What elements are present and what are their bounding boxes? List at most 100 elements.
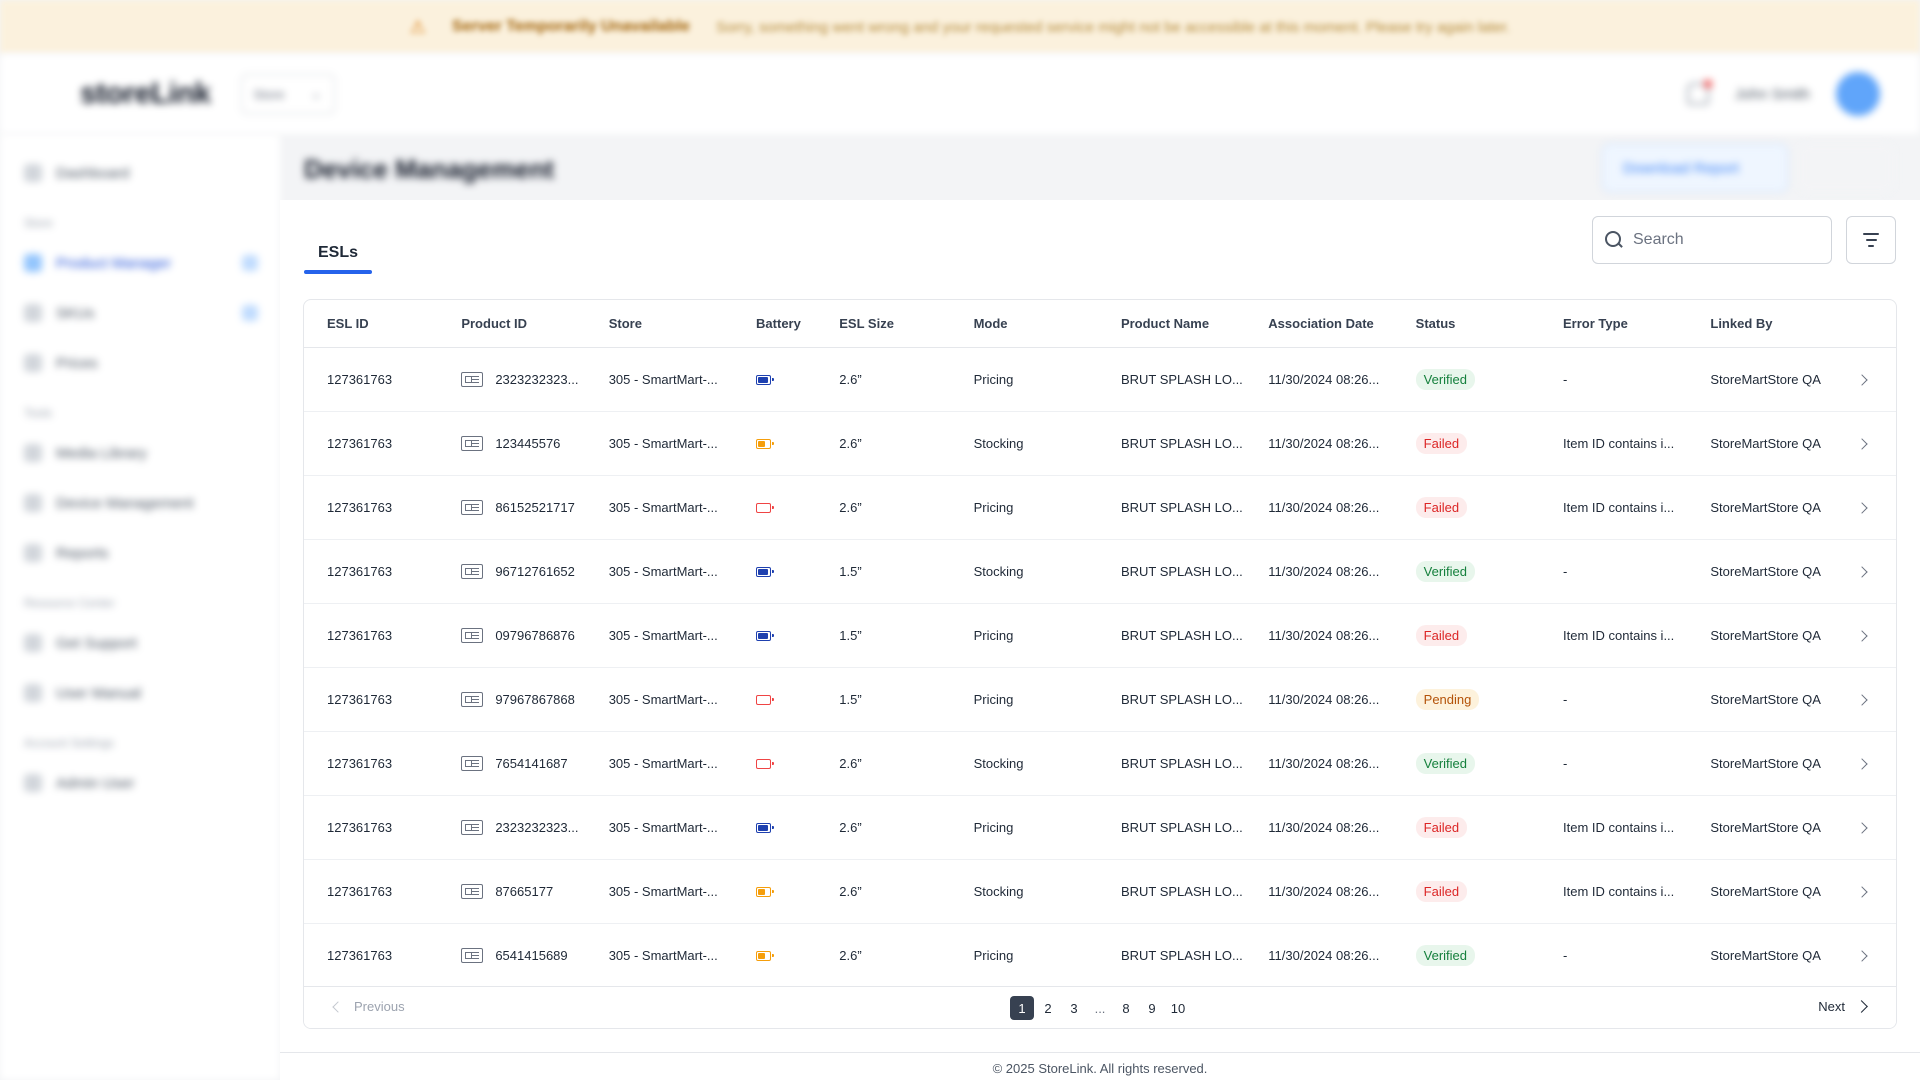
table-row[interactable]: 127361763 87665177 305 - SmartMart-... 2.6”… <box>304 859 1896 924</box>
table-row[interactable]: 127361763 2323232323... 305 - SmartMart-..… <box>304 795 1896 860</box>
battery-icon <box>756 567 775 578</box>
banner-title: Server Temporarily Unavailable <box>451 18 690 35</box>
row-action-cell[interactable] <box>1834 603 1896 668</box>
chevron-right-icon[interactable] <box>1856 693 1868 706</box>
product-id: 6541415689 <box>495 947 568 963</box>
column-header[interactable]: Product ID <box>438 300 586 348</box>
sidebar-item-media-library[interactable]: Media Library <box>0 428 280 478</box>
more-actions-button[interactable] <box>1798 144 1894 192</box>
column-header[interactable]: Association Date <box>1245 300 1393 348</box>
chevron-right-icon[interactable] <box>1856 757 1868 770</box>
table-row[interactable]: 127361763 2323232323... 305 - SmartMart-..… <box>304 347 1896 412</box>
previous-page-button[interactable]: Previous <box>332 999 405 1014</box>
chevron-right-icon[interactable] <box>1856 501 1868 514</box>
page-number-1[interactable]: 1 <box>1010 996 1034 1020</box>
mode-cell: Stocking <box>950 859 1098 924</box>
media-icon <box>24 444 42 462</box>
chevron-right-icon[interactable] <box>1856 821 1868 834</box>
mode-cell: Pricing <box>950 795 1098 860</box>
chevron-right-icon[interactable] <box>1856 885 1868 898</box>
sidebar-item-dashboard[interactable]: Dashboard <box>0 148 280 198</box>
esl-size-cell: 1.5” <box>816 539 951 604</box>
count-badge <box>242 255 258 271</box>
sidebar-item-prices[interactable]: Prices <box>0 338 280 388</box>
chevron-right-icon[interactable] <box>1856 949 1868 962</box>
error-type-cell: Item ID contains i... <box>1540 411 1688 476</box>
column-header[interactable]: ESL Size <box>816 300 951 348</box>
sidebar-item-admin-user[interactable]: Admin User <box>0 758 280 808</box>
column-header[interactable]: Error Type <box>1540 300 1688 348</box>
table-row[interactable]: 127361763 97967867868 305 - SmartMart-... 1… <box>304 667 1896 732</box>
bell-icon[interactable] <box>1686 80 1712 105</box>
sidebar-item-reports[interactable]: Reports <box>0 528 280 578</box>
row-action-cell[interactable] <box>1834 475 1896 540</box>
product-id-cell: 2323232323... <box>438 347 586 412</box>
esl-id-cell: 127361763 <box>304 539 439 604</box>
battery-icon <box>756 439 775 450</box>
page-number-3[interactable]: 3 <box>1062 996 1086 1020</box>
row-action-cell[interactable] <box>1834 731 1896 796</box>
row-action-cell[interactable] <box>1834 411 1896 476</box>
sidebar-item-device-management[interactable]: Device Management <box>0 478 280 528</box>
table-row[interactable]: 127361763 09796786876 305 - SmartMart-... 1… <box>304 603 1896 668</box>
row-action-cell[interactable] <box>1834 795 1896 860</box>
product-id: 97967867868 <box>495 691 575 707</box>
column-header[interactable]: ESL ID <box>304 300 439 348</box>
page-number-2[interactable]: 2 <box>1036 996 1060 1020</box>
table-row[interactable]: 127361763 123445576 305 - SmartMart-... 2.6… <box>304 411 1896 476</box>
table-row[interactable]: 127361763 6541415689 305 - SmartMart-... 2.… <box>304 923 1896 988</box>
row-action-cell[interactable] <box>1834 923 1896 988</box>
battery-cell <box>733 923 817 988</box>
row-action-cell[interactable] <box>1834 859 1896 924</box>
next-page-button[interactable]: Next <box>1818 999 1868 1014</box>
search-input[interactable] <box>1633 231 1813 249</box>
battery-icon <box>756 631 775 642</box>
chevron-right-icon[interactable] <box>1856 629 1868 642</box>
sidebar-item-product-manager[interactable]: Product Manager <box>0 238 280 288</box>
avatar[interactable] <box>1836 72 1880 116</box>
mode-cell: Pricing <box>950 667 1098 732</box>
column-header[interactable]: Status <box>1392 300 1541 348</box>
active-tab-indicator <box>304 270 372 274</box>
row-action-cell[interactable] <box>1834 347 1896 412</box>
device-icon <box>24 494 42 512</box>
search-box[interactable] <box>1592 216 1832 264</box>
page-number-10[interactable]: 10 <box>1166 996 1190 1020</box>
table-row[interactable]: 127361763 7654141687 305 - SmartMart-... 2.… <box>304 731 1896 796</box>
column-header-actions <box>1834 300 1896 348</box>
error-type-cell: - <box>1540 923 1688 988</box>
chevron-left-icon <box>332 1000 344 1013</box>
chevron-down-icon: ⌄ <box>310 86 322 101</box>
store-selector-label: Store <box>253 86 285 102</box>
column-header[interactable]: Mode <box>950 300 1098 348</box>
table-row[interactable]: 127361763 96712761652 305 - SmartMart-... 1… <box>304 539 1896 604</box>
chevron-right-icon[interactable] <box>1856 437 1868 450</box>
store-cell: 305 - SmartMart-... <box>585 859 734 924</box>
row-action-cell[interactable] <box>1834 667 1896 732</box>
page-number-9[interactable]: 9 <box>1140 996 1164 1020</box>
sidebar-item-get-support[interactable]: Get Support <box>0 618 280 668</box>
status-badge: Failed <box>1415 880 1468 902</box>
column-header[interactable]: Battery <box>733 300 817 348</box>
table-row[interactable]: 127361763 86152521717 305 - SmartMart-... 2… <box>304 475 1896 540</box>
page-number-8[interactable]: 8 <box>1114 996 1138 1020</box>
linked-by-cell: StoreMartStore QA <box>1687 475 1835 540</box>
chevron-right-icon[interactable] <box>1856 565 1868 578</box>
association-date-cell: 11/30/2024 08:26... <box>1245 667 1393 732</box>
chevron-right-icon[interactable] <box>1856 373 1868 386</box>
mode-cell: Stocking <box>950 411 1098 476</box>
column-header[interactable]: Linked By <box>1687 300 1835 348</box>
column-header[interactable]: Product Name <box>1097 300 1246 348</box>
row-action-cell[interactable] <box>1834 539 1896 604</box>
download-report-button[interactable]: Download Report <box>1602 144 1788 192</box>
sidebar-item-skus[interactable]: SKUs <box>0 288 280 338</box>
filter-button[interactable] <box>1846 216 1896 264</box>
sidebar-item-user-manual[interactable]: User Manual <box>0 668 280 718</box>
count-badge <box>242 305 258 321</box>
store-selector[interactable]: Store ⌄ <box>240 74 335 114</box>
status-cell: Verified <box>1392 539 1541 604</box>
product-id: 96712761652 <box>495 563 575 579</box>
column-header[interactable]: Store <box>585 300 734 348</box>
user-name[interactable]: John Smith <box>1735 86 1810 103</box>
app-logo[interactable]: storeLink <box>80 77 211 111</box>
